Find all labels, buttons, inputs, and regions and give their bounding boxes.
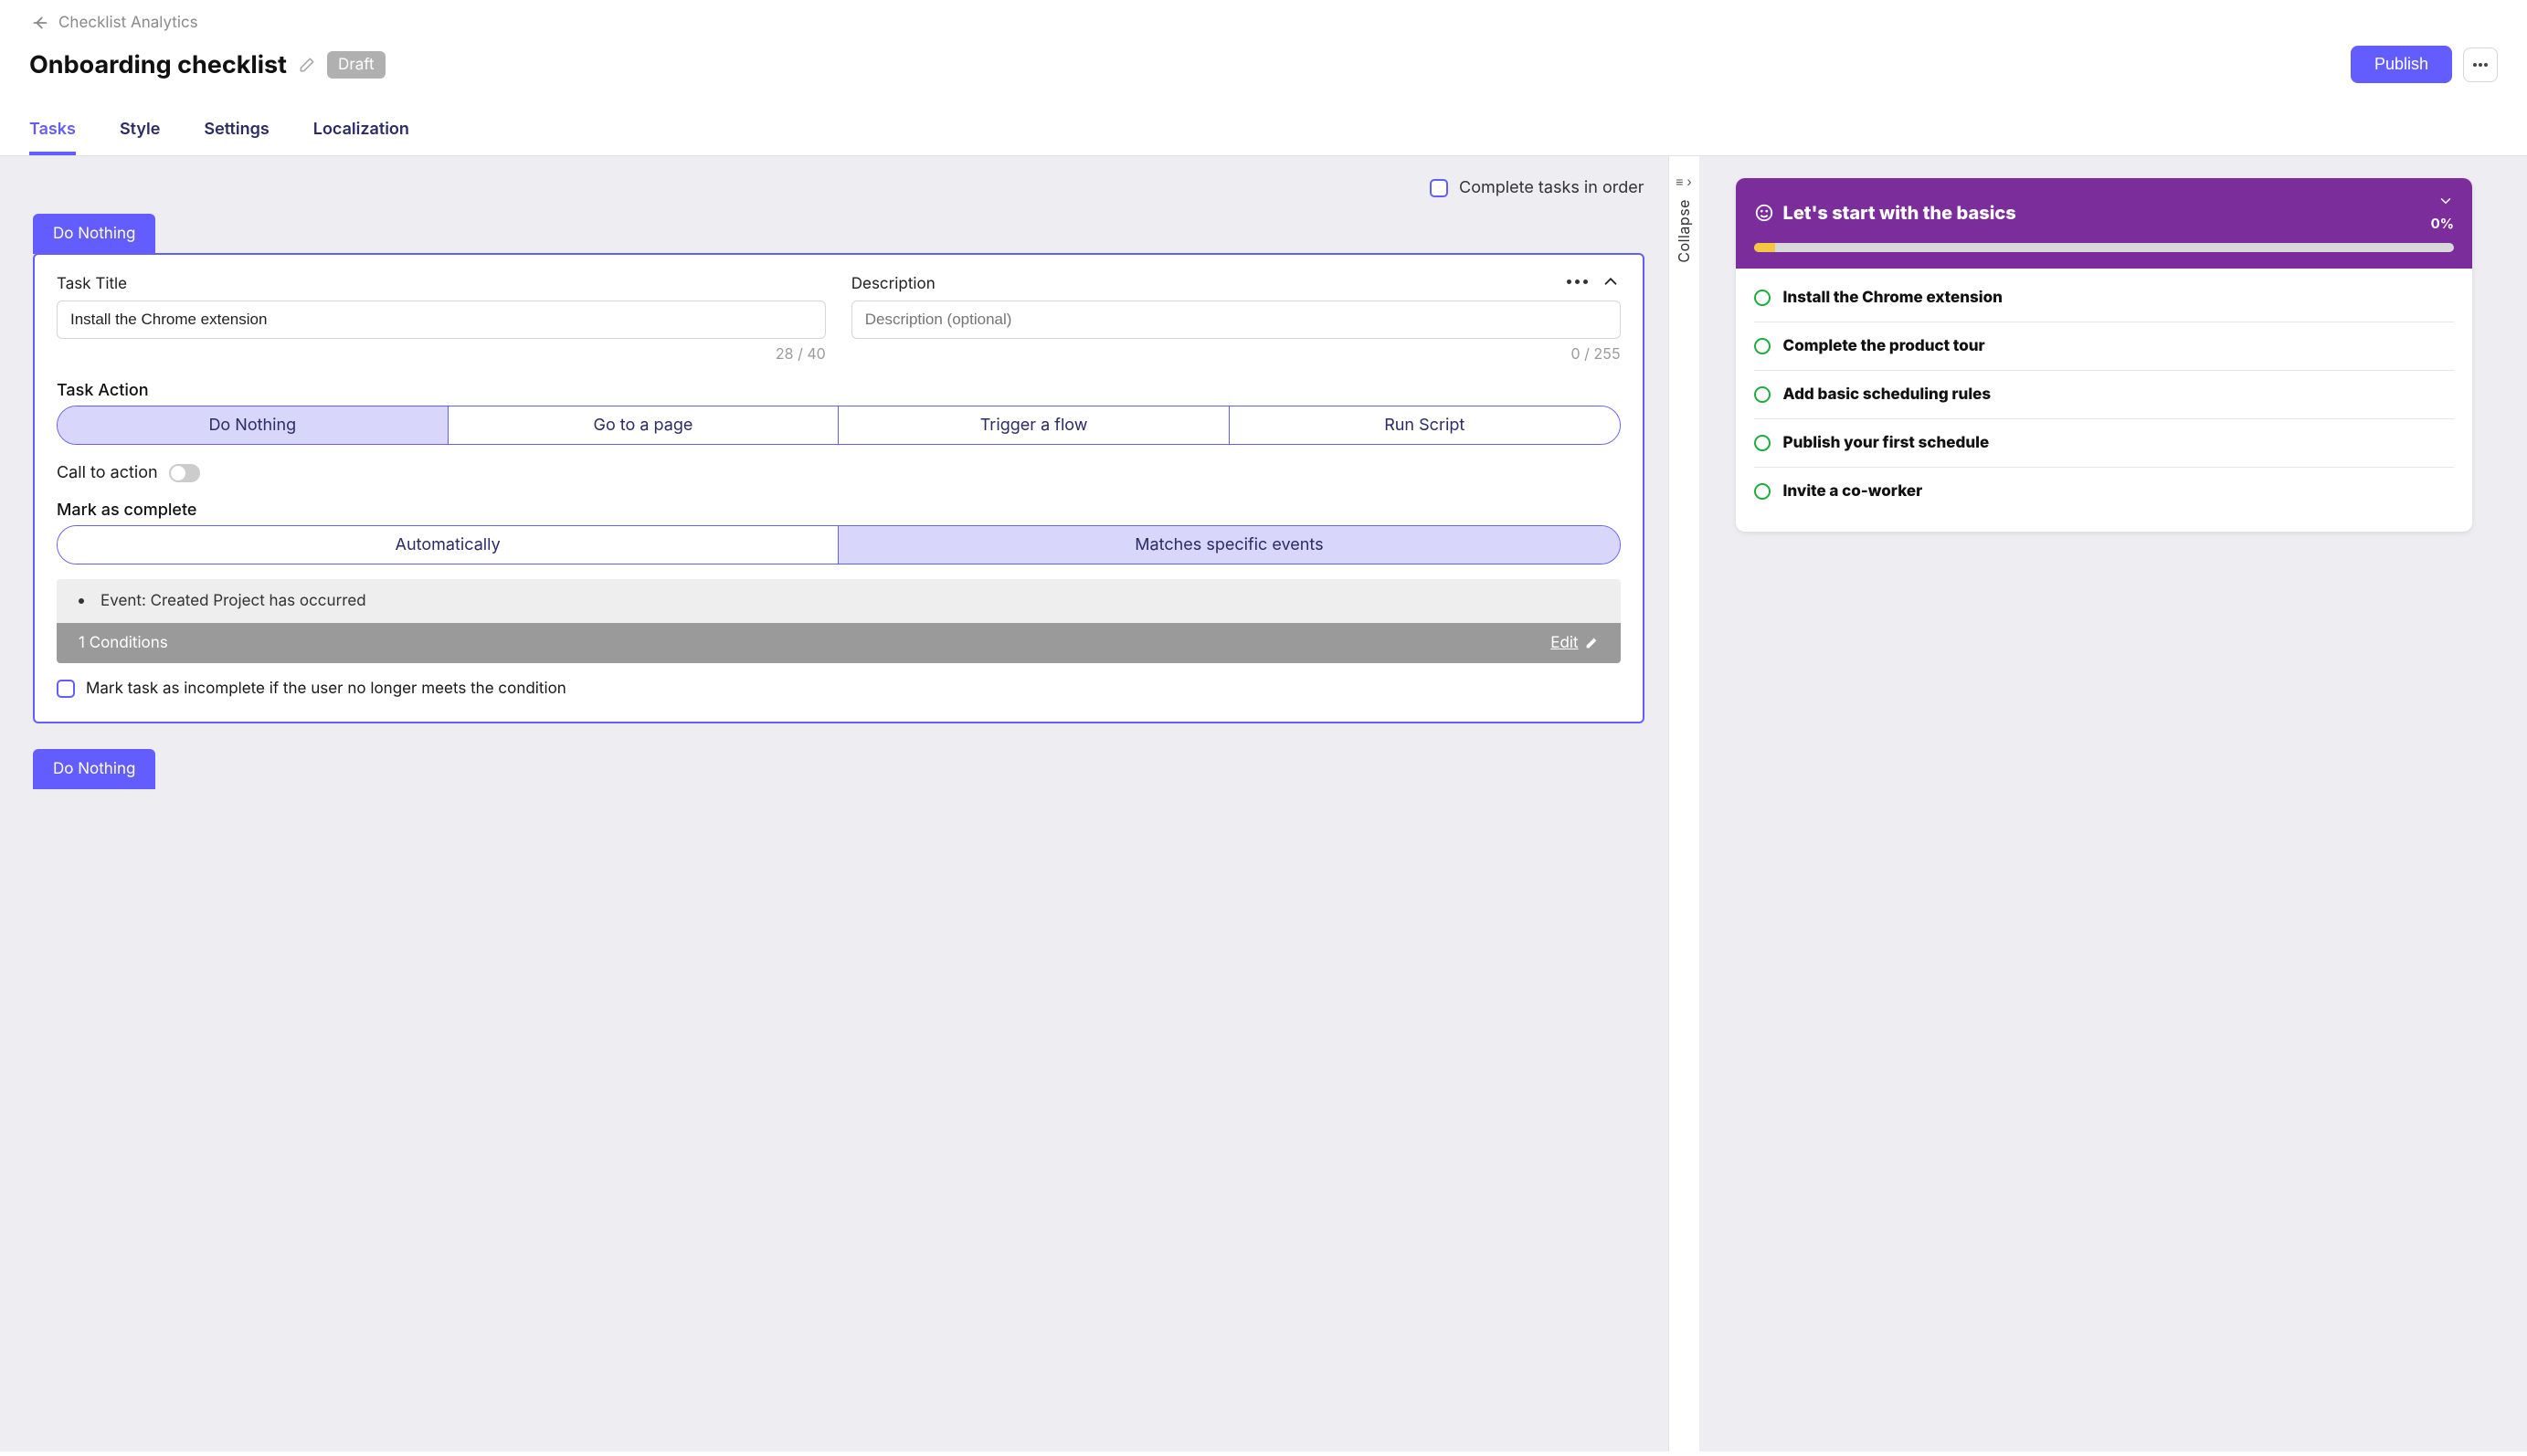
tab-settings[interactable]: Settings [204, 111, 269, 155]
pencil-icon [1584, 636, 1599, 650]
complete-in-order-checkbox[interactable] [1430, 179, 1448, 197]
collapse-label: Collapse [1675, 199, 1693, 263]
check-ring-icon [1754, 435, 1771, 451]
task-title-input[interactable] [57, 301, 826, 339]
complete-in-order-label: Complete tasks in order [1459, 178, 1644, 197]
task-card: Task Title 28 / 40 Description 0 / 255 T… [33, 253, 1644, 723]
editor-tabs: Tasks Style Settings Localization [0, 111, 2527, 156]
preview-item[interactable]: Complete the product tour [1754, 322, 2454, 371]
progress-bar [1754, 243, 2454, 252]
edit-title-icon[interactable] [298, 56, 316, 74]
collapse-glyph-icon: ≡ › [1676, 174, 1692, 190]
task-action-segmented: Do Nothing Go to a page Trigger a flow R… [57, 406, 1621, 445]
page-title: Onboarding checklist [29, 49, 287, 79]
cta-toggle[interactable] [169, 464, 200, 482]
collapse-task-icon[interactable] [1601, 271, 1621, 291]
status-badge: Draft [327, 51, 386, 79]
bullet-icon [79, 598, 84, 604]
task-tab[interactable]: Do Nothing [33, 214, 155, 254]
check-ring-icon [1754, 290, 1771, 306]
arrow-left-icon [29, 13, 49, 33]
next-task-tab[interactable]: Do Nothing [33, 749, 155, 789]
task-title-label: Task Title [57, 275, 826, 293]
action-trigger-flow[interactable]: Trigger a flow [839, 406, 1230, 444]
description-counter: 0 / 255 [851, 344, 1621, 363]
mark-complete-segmented: Automatically Matches specific events [57, 525, 1621, 564]
preview-item[interactable]: Add basic scheduling rules [1754, 371, 2454, 419]
preview-title: Let's start with the basics [1783, 202, 2016, 224]
back-label: Checklist Analytics [58, 14, 198, 32]
preview-item[interactable]: Install the Chrome extension [1754, 274, 2454, 322]
cta-label: Call to action [57, 463, 158, 482]
mark-incomplete-label: Mark task as incomplete if the user no l… [86, 680, 566, 698]
check-ring-icon [1754, 483, 1771, 500]
description-input[interactable] [851, 301, 1621, 339]
conditions-block: Event: Created Project has occurred 1 Co… [57, 579, 1621, 663]
progress-percent: 0% [2431, 215, 2454, 232]
tab-localization[interactable]: Localization [313, 111, 409, 155]
mark-matches-events[interactable]: Matches specific events [839, 526, 1619, 564]
mark-complete-label: Mark as complete [57, 501, 1621, 520]
publish-button[interactable]: Publish [2351, 46, 2452, 83]
more-actions-button[interactable] [2463, 47, 2498, 82]
back-breadcrumb[interactable]: Checklist Analytics [29, 13, 2498, 33]
check-ring-icon [1754, 386, 1771, 403]
collapse-preview-button[interactable]: ≡ › Collapse [1668, 156, 1699, 1451]
mark-automatically[interactable]: Automatically [58, 526, 839, 564]
tab-style[interactable]: Style [120, 111, 160, 155]
smiley-icon [1754, 203, 1774, 223]
preview-item[interactable]: Publish your first schedule [1754, 419, 2454, 468]
action-do-nothing[interactable]: Do Nothing [58, 406, 449, 444]
chevron-down-icon[interactable] [2437, 193, 2454, 209]
task-more-icon[interactable] [1567, 280, 1588, 284]
mark-incomplete-checkbox[interactable] [57, 680, 75, 698]
action-go-to-page[interactable]: Go to a page [449, 406, 840, 444]
preview-item[interactable]: Invite a co-worker [1754, 468, 2454, 515]
check-ring-icon [1754, 338, 1771, 354]
condition-line: Event: Created Project has occurred [100, 592, 366, 610]
task-action-label: Task Action [57, 381, 1621, 400]
edit-conditions-button[interactable]: Edit [1550, 634, 1598, 652]
conditions-count: 1 Conditions [79, 634, 168, 652]
description-label: Description [851, 275, 1621, 293]
action-run-script[interactable]: Run Script [1230, 406, 1620, 444]
task-title-counter: 28 / 40 [57, 344, 826, 363]
checklist-preview: Let's start with the basics 0% Install t… [1736, 178, 2472, 532]
tab-tasks[interactable]: Tasks [29, 111, 76, 155]
